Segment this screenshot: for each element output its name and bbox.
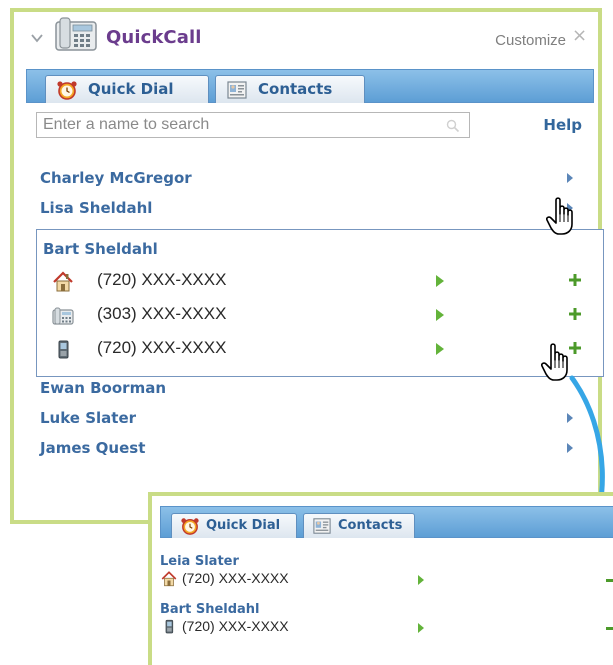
add-icon[interactable] bbox=[569, 308, 581, 320]
house-icon bbox=[51, 270, 75, 294]
contact-name: James Quest bbox=[40, 439, 146, 457]
hand-cursor-icon bbox=[541, 342, 577, 384]
help-link[interactable]: Help bbox=[543, 116, 582, 134]
contact-name: Bart Sheldahl bbox=[160, 602, 260, 617]
contact-name[interactable]: Bart Sheldahl bbox=[43, 240, 158, 258]
contact-row-luke-slater[interactable]: Luke Slater bbox=[36, 407, 586, 431]
chevron-right-icon[interactable] bbox=[566, 173, 574, 183]
quick-dial-entry-bart-sheldahl: Bart Sheldahl (720) XXX-XXXX bbox=[160, 602, 613, 642]
expanded-contact-bart-sheldahl: Bart Sheldahl (720) XXX-XXXX (303) XXX-X… bbox=[36, 229, 604, 377]
contact-row-james-quest[interactable]: James Quest bbox=[36, 437, 586, 461]
tab-contacts[interactable]: Contacts bbox=[303, 513, 415, 538]
contact-name: Lisa Sheldahl bbox=[40, 199, 153, 217]
phone-number: (303) XXX-XXXX bbox=[97, 304, 227, 323]
tab-quick-dial[interactable]: Quick Dial bbox=[171, 513, 297, 538]
search-input[interactable] bbox=[36, 112, 470, 138]
phone-row-mobile: (720) XXX-XXXX bbox=[37, 336, 603, 366]
tab-strip: Quick Dial Contacts bbox=[26, 69, 594, 103]
mobile-phone-icon bbox=[51, 338, 75, 362]
quickcall-widget: QuickCall Customize × Quick Dial Contact… bbox=[10, 8, 604, 524]
chevron-right-icon[interactable] bbox=[566, 443, 574, 453]
phone-row-home: (720) XXX-XXXX bbox=[37, 268, 603, 298]
house-icon bbox=[160, 570, 178, 588]
call-icon[interactable] bbox=[417, 575, 425, 585]
add-icon[interactable] bbox=[569, 274, 581, 286]
tab-quick-dial-label: Quick Dial bbox=[206, 518, 281, 533]
mobile-phone-icon bbox=[160, 618, 178, 636]
remove-icon[interactable] bbox=[606, 579, 613, 582]
chevron-down-icon[interactable] bbox=[30, 31, 44, 45]
call-icon[interactable] bbox=[435, 309, 445, 321]
phone-row-work: (303) XXX-XXXX bbox=[37, 302, 603, 332]
contact-name: Ewan Boorman bbox=[40, 379, 166, 397]
tab-contacts-label: Contacts bbox=[338, 518, 403, 533]
call-icon[interactable] bbox=[417, 623, 425, 633]
alarm-clock-icon bbox=[180, 517, 200, 535]
quick-dial-entry-leia-slater: Leia Slater (720) XXX-XXXX bbox=[160, 554, 613, 594]
widget-header: QuickCall Customize × bbox=[14, 12, 598, 70]
search-icon[interactable] bbox=[446, 119, 460, 133]
close-icon[interactable]: × bbox=[572, 27, 588, 45]
phone-number: (720) XXX-XXXX bbox=[182, 618, 289, 634]
tab-quick-dial[interactable]: Quick Dial bbox=[45, 75, 209, 103]
hand-cursor-icon bbox=[546, 196, 582, 238]
customize-link[interactable]: Customize bbox=[495, 32, 566, 49]
desk-phone-icon bbox=[54, 16, 98, 54]
chevron-right-icon[interactable] bbox=[566, 413, 574, 423]
contact-name: Charley McGregor bbox=[40, 169, 192, 187]
quick-dial-preview: Quick Dial Contacts Leia Slater (720) XX… bbox=[148, 492, 613, 665]
contact-name: Leia Slater bbox=[160, 554, 239, 569]
contact-card-icon bbox=[312, 517, 332, 535]
alarm-clock-icon bbox=[56, 80, 78, 100]
app-title: QuickCall bbox=[106, 27, 202, 48]
desk-phone-icon bbox=[51, 304, 75, 328]
stage: QuickCall Customize × Quick Dial Contact… bbox=[0, 0, 613, 665]
call-icon[interactable] bbox=[435, 275, 445, 287]
contact-row-ewan-boorman[interactable]: Ewan Boorman bbox=[36, 377, 586, 401]
contact-name: Luke Slater bbox=[40, 409, 137, 427]
tab-contacts-label: Contacts bbox=[258, 80, 333, 98]
phone-number: (720) XXX-XXXX bbox=[97, 270, 227, 289]
phone-number: (720) XXX-XXXX bbox=[97, 338, 227, 357]
mini-tab-strip: Quick Dial Contacts bbox=[160, 506, 613, 538]
remove-icon[interactable] bbox=[606, 627, 613, 630]
contact-card-icon bbox=[226, 80, 248, 100]
tab-contacts[interactable]: Contacts bbox=[215, 75, 365, 103]
contact-row-charley-mcgregor[interactable]: Charley McGregor bbox=[36, 167, 586, 191]
contact-row-lisa-sheldahl[interactable]: Lisa Sheldahl bbox=[36, 197, 586, 221]
tab-quick-dial-label: Quick Dial bbox=[88, 80, 174, 98]
call-icon[interactable] bbox=[435, 343, 445, 355]
phone-number: (720) XXX-XXXX bbox=[182, 570, 289, 586]
